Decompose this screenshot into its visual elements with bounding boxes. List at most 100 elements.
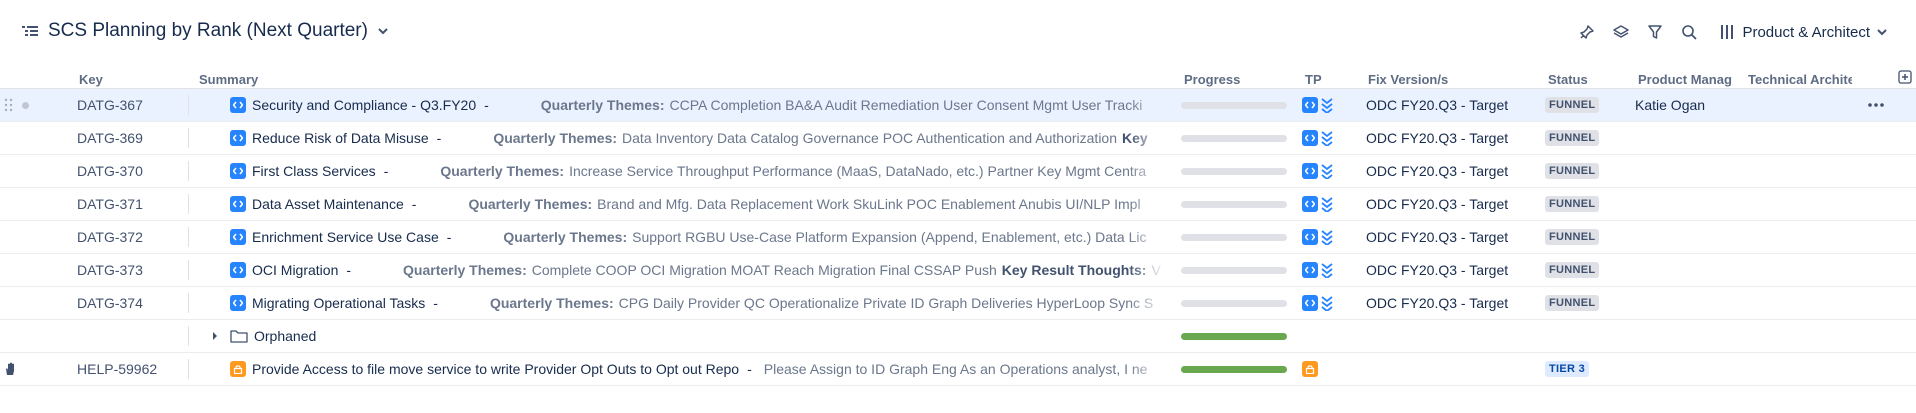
summary-cell[interactable]: Enrichment Service Use Case - Quarterly … (230, 221, 1168, 253)
summary-cell[interactable]: Migrating Operational Tasks - Quarterly … (230, 287, 1168, 319)
issue-key[interactable]: DATG-367 (77, 89, 143, 121)
hand-icon[interactable] (4, 362, 16, 376)
table-row[interactable]: DATG-369 Reduce Risk of Data Misuse - Qu… (0, 122, 1916, 155)
table-row[interactable]: HELP-59962 Provide Access to file move s… (0, 353, 1916, 386)
issue-name: OCI Migration (252, 262, 339, 278)
table-row[interactable]: DATG-372 Enrichment Service Use Case - Q… (0, 221, 1916, 254)
issue-key[interactable]: DATG-372 (77, 221, 143, 253)
column-divider (188, 227, 189, 247)
more-actions-icon[interactable] (1866, 97, 1886, 113)
progress-cell (1181, 353, 1287, 385)
epic-icon (1302, 196, 1318, 212)
issue-key[interactable]: DATG-371 (77, 188, 143, 220)
fix-version: ODC FY20.Q3 - Target (1366, 295, 1509, 311)
add-column-icon[interactable] (1898, 70, 1912, 84)
lock-task-icon (230, 361, 246, 377)
column-header-progress[interactable]: Progress (1184, 72, 1240, 87)
themes-label: Quarterly Themes: (403, 262, 527, 278)
table-row[interactable]: DATG-367 Security and Compliance - Q3.FY… (0, 88, 1916, 122)
tp-cell (1302, 188, 1334, 220)
layers-button[interactable] (1604, 20, 1638, 44)
summary-cell[interactable]: Provide Access to file move service to w… (230, 353, 1168, 385)
status-badge: FUNNEL (1545, 97, 1600, 113)
column-header-product-manager[interactable]: Product Manag (1638, 72, 1734, 87)
folder-icon (230, 330, 248, 343)
progress-bar (1181, 365, 1287, 373)
status-badge: TIER 3 (1545, 361, 1590, 377)
filter-button[interactable] (1638, 20, 1672, 44)
themes-text: Brand and Mfg. Data Replacement Work Sku… (597, 196, 1141, 212)
summary-cell[interactable]: Reduce Risk of Data Misuse - Quarterly T… (230, 122, 1168, 154)
column-divider (188, 95, 189, 115)
table-row[interactable]: DATG-371 Data Asset Maintenance - Quarte… (0, 188, 1916, 221)
column-header-tp[interactable]: TP (1305, 72, 1322, 87)
epic-icon (1302, 262, 1318, 278)
summary-cell[interactable]: Data Asset Maintenance - Quarterly Theme… (230, 188, 1168, 220)
progress-bar (1181, 134, 1287, 142)
lock-task-icon (1302, 361, 1318, 377)
tp-cell (1302, 155, 1334, 187)
themes-label: Quarterly Themes: (493, 130, 618, 146)
rank-icon (1321, 164, 1333, 179)
separator: - (346, 262, 352, 278)
tp-cell (1302, 254, 1334, 286)
board-title-selector[interactable]: SCS Planning by Rank (Next Quarter) (20, 20, 390, 42)
progress-cell (1181, 320, 1287, 352)
issue-name: Migrating Operational Tasks (252, 295, 426, 311)
rank-icon (1321, 296, 1333, 311)
status-cell: FUNNEL (1545, 122, 1600, 154)
fix-version: ODC FY20.Q3 - Target (1366, 97, 1509, 113)
drag-handle-icon[interactable] (4, 98, 14, 112)
column-header-summary[interactable]: Summary (199, 72, 258, 87)
status-cell: FUNNEL (1545, 188, 1600, 220)
issue-name: First Class Services (252, 163, 376, 179)
epic-icon (230, 97, 246, 113)
progress-cell (1181, 89, 1287, 121)
orphaned-group-row[interactable]: Orphaned (0, 320, 1916, 353)
rank-icon (1321, 230, 1333, 245)
orphaned-label: Orphaned (254, 328, 317, 344)
summary-cell[interactable]: First Class Services - Quarterly Themes:… (230, 155, 1168, 187)
progress-bar (1181, 299, 1287, 307)
issue-key[interactable]: DATG-370 (77, 155, 143, 187)
epic-icon (1302, 229, 1318, 245)
orphaned-cell[interactable]: Orphaned (210, 320, 316, 352)
issue-name: Data Asset Maintenance (252, 196, 404, 212)
search-button[interactable] (1672, 20, 1706, 44)
status-cell: TIER 3 (1545, 353, 1590, 385)
issue-key[interactable]: DATG-369 (77, 122, 143, 154)
summary-cell[interactable]: OCI Migration - Quarterly Themes: Comple… (230, 254, 1168, 286)
status-cell: FUNNEL (1545, 89, 1600, 121)
top-bar: SCS Planning by Rank (Next Quarter) Prod… (0, 0, 1916, 64)
progress-bar (1181, 266, 1287, 274)
issue-key[interactable]: HELP-59962 (77, 353, 157, 385)
column-header-fix-version[interactable]: Fix Version/s (1368, 72, 1448, 87)
fix-version: ODC FY20.Q3 - Target (1366, 229, 1509, 245)
column-divider (188, 161, 189, 181)
column-header-technical-architect[interactable]: Technical Archite (1748, 72, 1852, 87)
rank-icon (1321, 263, 1333, 278)
status-badge: FUNNEL (1545, 163, 1600, 179)
epic-icon (230, 295, 246, 311)
tp-cell (1302, 122, 1334, 154)
expand-caret-icon[interactable] (210, 331, 220, 341)
themes-label: Quarterly Themes: (440, 163, 565, 179)
themes-text: CCPA Completion BA&A Audit Remediation U… (669, 97, 1143, 113)
summary-cell[interactable]: Security and Compliance - Q3.FY20 - Quar… (230, 89, 1168, 121)
issue-key[interactable]: DATG-373 (77, 254, 143, 286)
column-header-key[interactable]: Key (79, 72, 103, 87)
table-row[interactable]: DATG-370 First Class Services - Quarterl… (0, 155, 1916, 188)
pin-button[interactable] (1570, 20, 1604, 44)
column-header-status[interactable]: Status (1548, 72, 1588, 87)
epic-icon (230, 130, 246, 146)
themes-label: Quarterly Themes: (503, 229, 628, 245)
column-divider (188, 128, 189, 148)
fix-version: ODC FY20.Q3 - Target (1366, 130, 1509, 146)
view-selector[interactable]: Product & Architect (1720, 24, 1888, 41)
fix-version: ODC FY20.Q3 - Target (1366, 163, 1509, 179)
search-icon (1682, 25, 1698, 40)
table-row[interactable]: DATG-374 Migrating Operational Tasks - Q… (0, 287, 1916, 320)
status-cell: FUNNEL (1545, 254, 1600, 286)
issue-key[interactable]: DATG-374 (77, 287, 143, 319)
table-row[interactable]: DATG-373 OCI Migration - Quarterly Theme… (0, 254, 1916, 287)
